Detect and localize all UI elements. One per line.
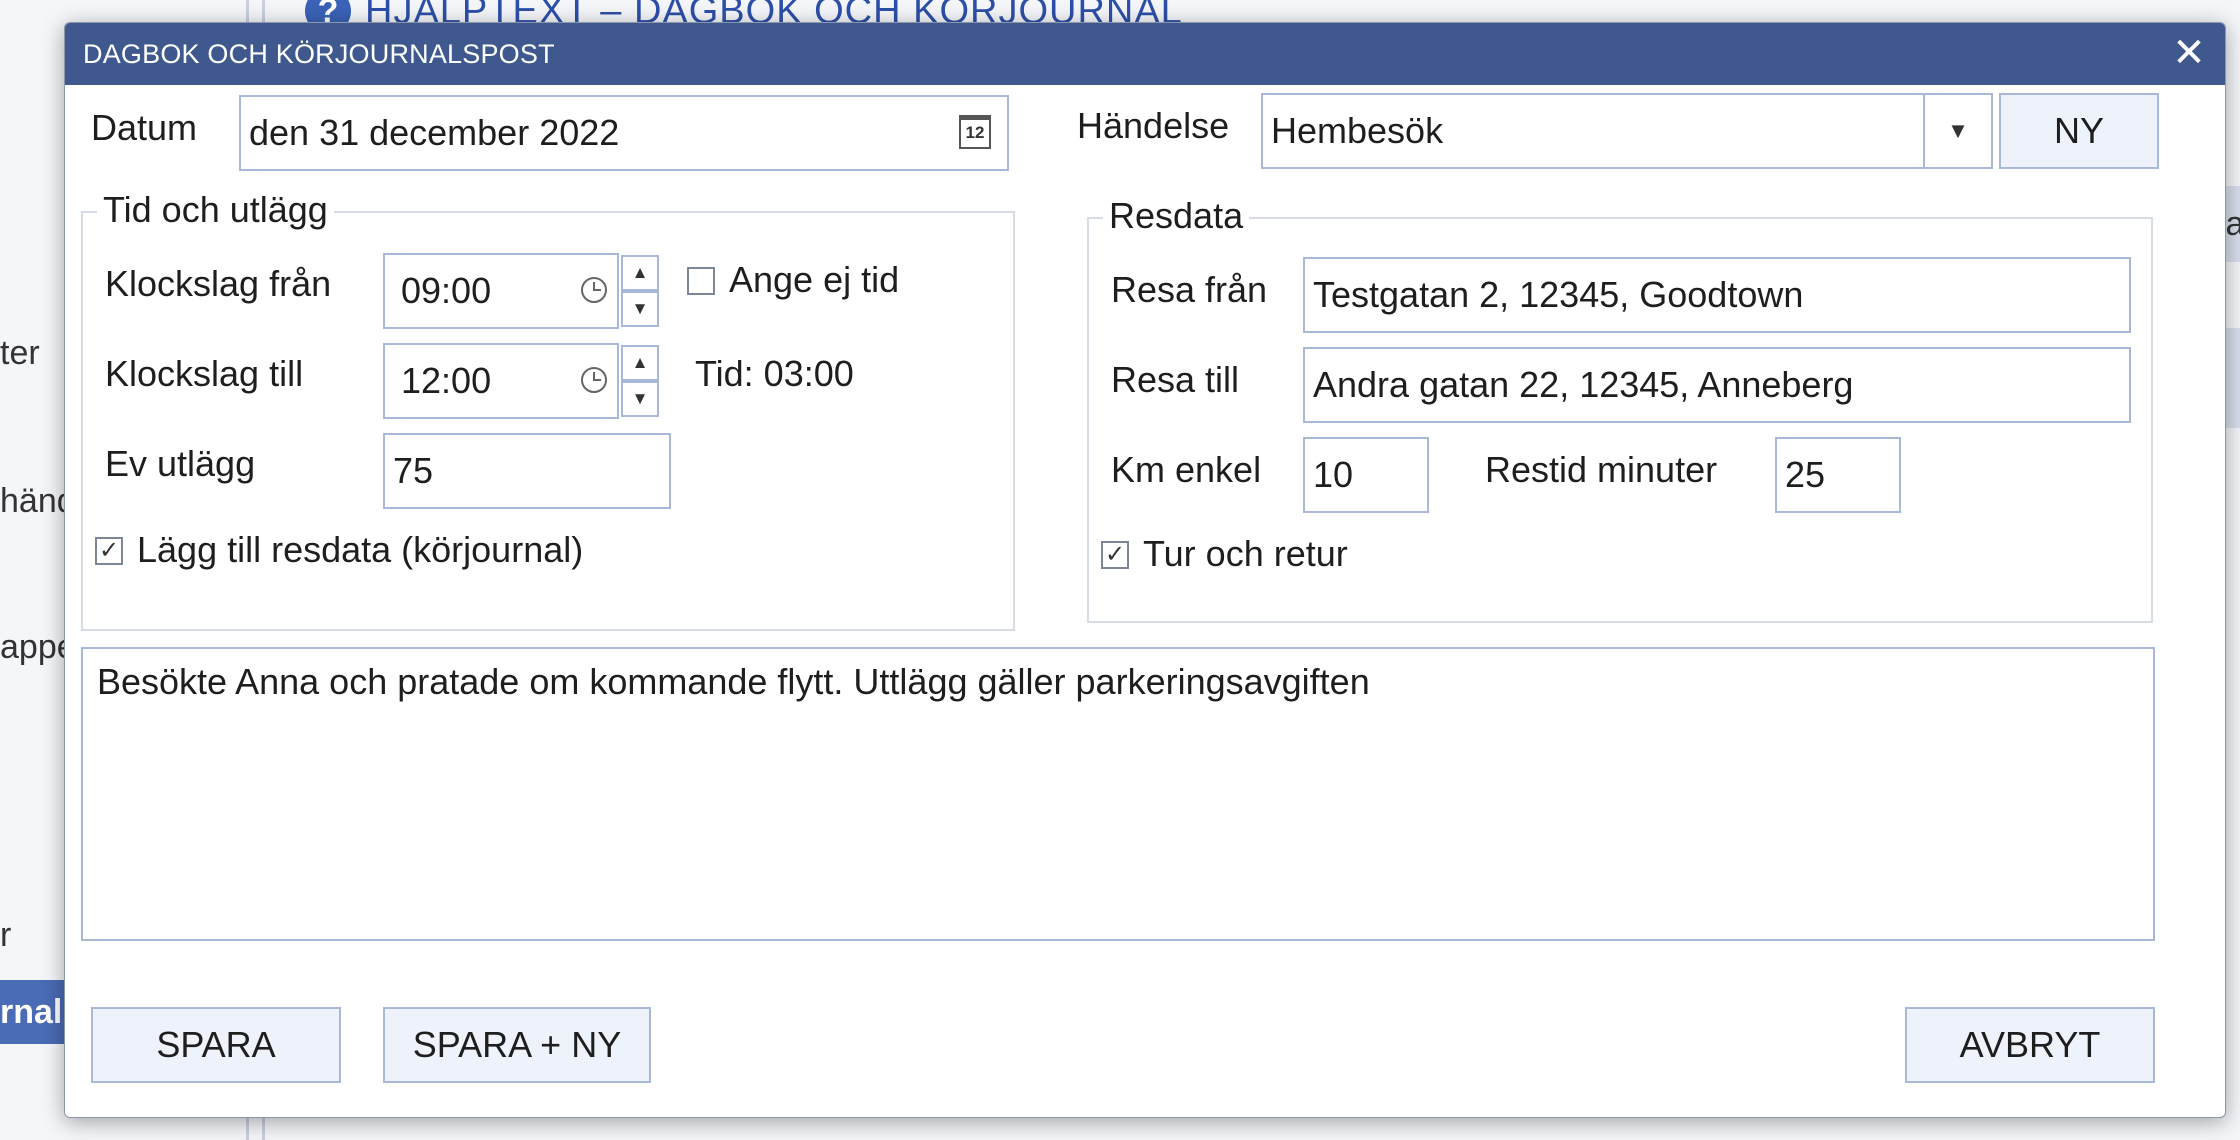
date-field[interactable]: den 31 december 2022 [239,95,1009,171]
close-icon[interactable]: ✕ [2165,29,2213,77]
event-select[interactable]: Hembesök [1261,93,1977,169]
add-travel-checkbox[interactable]: ✓ [95,537,123,565]
date-value: den 31 december 2022 [249,112,620,153]
time-to-value: 12:00 [401,360,492,401]
travel-data-legend: Resdata [1103,195,1250,237]
time-expense-legend: Tid och utlägg [97,189,334,231]
event-label: Händelse [1077,105,1230,146]
time-from-down-button[interactable]: ▼ [621,291,659,327]
background-sidebar-item[interactable]: r [0,916,11,955]
time-to-label: Klockslag till [105,353,304,394]
dialog-titlebar[interactable]: DAGBOK OCH KÖRJOURNALSPOST ✕ [65,23,2225,85]
travel-to-label: Resa till [1111,359,1240,400]
add-travel-label: Lägg till resdata (körjournal) [137,529,584,570]
round-trip-label: Tur och retur [1143,533,1348,574]
expense-field[interactable]: 75 [383,433,671,509]
km-value: 10 [1313,454,1354,495]
date-label: Datum [91,107,198,148]
travel-from-field[interactable]: Testgatan 2, 12345, Goodtown [1303,257,2131,333]
travel-to-field[interactable]: Andra gatan 22, 12345, Anneberg [1303,347,2131,423]
travel-time-field[interactable]: 25 [1775,437,1901,513]
clock-icon [581,277,607,303]
no-time-checkbox[interactable] [687,267,715,295]
time-to-down-button[interactable]: ▼ [621,381,659,417]
background-sidebar-item-active[interactable]: rnal [0,980,66,1044]
travel-from-value: Testgatan 2, 12345, Goodtown [1313,274,1804,315]
background-sidebar-item[interactable]: ter [0,334,40,373]
time-from-value: 09:00 [401,270,492,311]
event-value: Hembesök [1271,110,1444,151]
travel-from-label: Resa från [1111,269,1268,310]
notes-textarea[interactable]: Besökte Anna och pratade om kommande fly… [81,647,2155,941]
km-label: Km enkel [1111,449,1262,490]
time-from-up-button[interactable]: ▲ [621,255,659,291]
no-time-label: Ange ej tid [729,259,900,300]
clock-icon [581,367,607,393]
time-to-up-button[interactable]: ▲ [621,345,659,381]
km-field[interactable]: 10 [1303,437,1429,513]
dialog-title: DAGBOK OCH KÖRJOURNALSPOST [83,38,555,69]
calendar-icon[interactable]: 12 [959,115,991,149]
time-from-spinner: ▲ ▼ [621,255,659,327]
travel-time-label: Restid minuter [1485,449,1718,490]
cancel-button[interactable]: AVBRYT [1905,1007,2155,1083]
chevron-down-icon[interactable]: ▼ [1923,93,1993,169]
duration-text: Tid: 03:00 [695,353,854,394]
time-to-spinner: ▲ ▼ [621,345,659,417]
expense-label: Ev utlägg [105,443,256,484]
travel-time-value: 25 [1785,454,1826,495]
save-and-new-button[interactable]: SPARA + NY [383,1007,651,1083]
travel-to-value: Andra gatan 22, 12345, Anneberg [1313,364,1854,405]
diary-entry-dialog: DAGBOK OCH KÖRJOURNALSPOST ✕ Datum den 3… [64,22,2226,1118]
round-trip-checkbox[interactable]: ✓ [1101,541,1129,569]
new-event-button[interactable]: NY [1999,93,2159,169]
save-button[interactable]: SPARA [91,1007,341,1083]
expense-value: 75 [393,450,434,491]
time-from-label: Klockslag från [105,263,332,304]
